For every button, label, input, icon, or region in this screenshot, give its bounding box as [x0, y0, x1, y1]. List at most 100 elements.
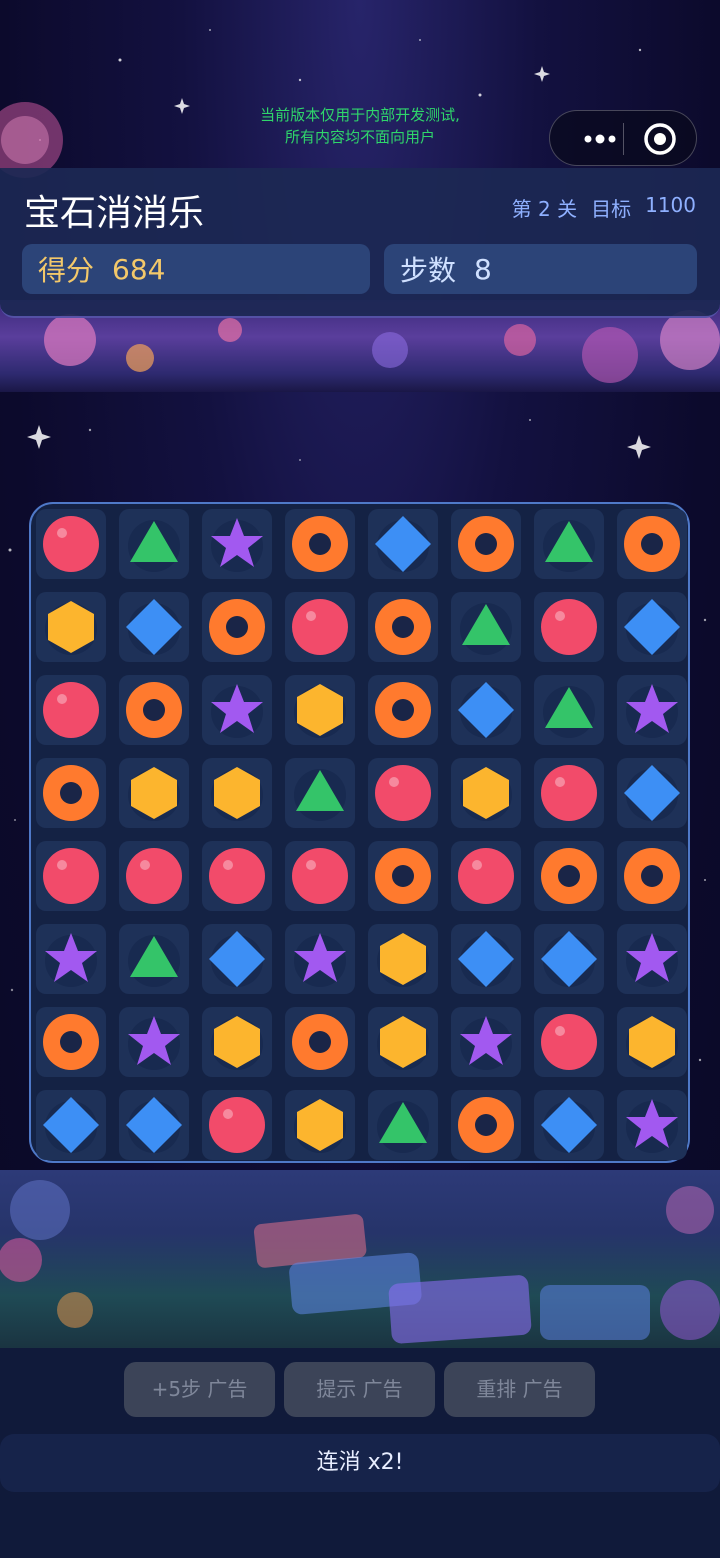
board-cell[interactable] [451, 675, 521, 745]
score-value: 684 [112, 252, 166, 286]
ball-gem-icon [458, 848, 514, 904]
board-cell[interactable] [36, 509, 106, 579]
board-cell[interactable] [119, 924, 189, 994]
board-cell[interactable] [119, 592, 189, 662]
board-cell[interactable] [368, 924, 438, 994]
board-cell[interactable] [202, 924, 272, 994]
board-cell[interactable] [368, 1007, 438, 1077]
hint-ad-button[interactable]: 提示 广告 [284, 1362, 435, 1417]
board-cell[interactable] [285, 1007, 355, 1077]
shuffle-ad-button[interactable]: 重排 广告 [444, 1362, 595, 1417]
more-icon[interactable] [566, 111, 622, 167]
level-info: 第 2 关 目标 1100 [512, 193, 696, 222]
board-cell[interactable] [36, 841, 106, 911]
board-cell[interactable] [534, 1090, 604, 1160]
board-cell[interactable] [36, 1090, 106, 1160]
board-cell[interactable] [617, 758, 687, 828]
triangle-gem-icon [543, 520, 595, 572]
board-cell[interactable] [534, 758, 604, 828]
board-cell[interactable] [368, 1090, 438, 1160]
board-cell[interactable] [451, 924, 521, 994]
board-cell[interactable] [617, 1090, 687, 1160]
board-cell[interactable] [617, 675, 687, 745]
hexagon-gem-icon [211, 767, 263, 821]
target-value: 1100 [645, 193, 696, 217]
board-cell[interactable] [36, 675, 106, 745]
close-icon[interactable] [630, 111, 690, 167]
board-cell[interactable] [202, 1007, 272, 1077]
board-cell[interactable] [36, 1007, 106, 1077]
board-cell[interactable] [368, 758, 438, 828]
board-cell[interactable] [451, 1090, 521, 1160]
steps-value: 8 [474, 252, 492, 286]
board-cell[interactable] [202, 758, 272, 828]
triangle-gem-icon [543, 686, 595, 738]
board-cell[interactable] [451, 592, 521, 662]
board-cell[interactable] [451, 841, 521, 911]
board-cell[interactable] [285, 841, 355, 911]
board-cell[interactable] [368, 675, 438, 745]
board-cell[interactable] [36, 758, 106, 828]
board-cell[interactable] [617, 924, 687, 994]
board-cell[interactable] [285, 675, 355, 745]
board-cell[interactable] [617, 1007, 687, 1077]
board-cell[interactable] [285, 592, 355, 662]
board-cell[interactable] [285, 758, 355, 828]
board-cell[interactable] [368, 841, 438, 911]
ball-gem-icon [209, 848, 265, 904]
star-gem-icon [626, 684, 678, 738]
diamond-gem-icon [458, 682, 514, 738]
game-board [29, 502, 690, 1163]
meadow-background [0, 1170, 720, 1350]
ball-gem-icon [43, 682, 99, 738]
ring-gem-icon [43, 765, 99, 821]
board-cell[interactable] [119, 675, 189, 745]
board-cell[interactable] [451, 509, 521, 579]
diamond-gem-icon [375, 516, 431, 572]
board-cell[interactable] [451, 758, 521, 828]
board-cell[interactable] [617, 592, 687, 662]
ball-gem-icon [209, 1097, 265, 1153]
score-label: 得分 [38, 254, 95, 287]
star-gem-icon [211, 518, 263, 572]
board-cell[interactable] [119, 841, 189, 911]
ring-gem-icon [458, 516, 514, 572]
board-cell[interactable] [534, 509, 604, 579]
board-cell[interactable] [368, 592, 438, 662]
board-cell[interactable] [534, 924, 604, 994]
board-cell[interactable] [119, 1007, 189, 1077]
board-cell[interactable] [534, 841, 604, 911]
ball-gem-icon [541, 599, 597, 655]
board-cell[interactable] [36, 924, 106, 994]
ring-gem-icon [292, 516, 348, 572]
board-cell[interactable] [285, 1090, 355, 1160]
ring-gem-icon [126, 682, 182, 738]
board-cell[interactable] [119, 1090, 189, 1160]
game-screen: 当前版本仅用于内部开发测试, 所有内容均不面向用户 宝石消消乐 第 2 关 目标 [0, 0, 720, 1558]
board-cell[interactable] [202, 509, 272, 579]
board-cell[interactable] [36, 592, 106, 662]
board-cell[interactable] [119, 758, 189, 828]
board-cell[interactable] [617, 509, 687, 579]
star-gem-icon [294, 933, 346, 987]
board-cell[interactable] [451, 1007, 521, 1077]
board-cell[interactable] [534, 675, 604, 745]
board-cell[interactable] [534, 1007, 604, 1077]
ring-gem-icon [375, 599, 431, 655]
board-cell[interactable] [202, 841, 272, 911]
ring-gem-icon [624, 848, 680, 904]
ball-gem-icon [292, 848, 348, 904]
board-cell[interactable] [119, 509, 189, 579]
board-cell[interactable] [617, 841, 687, 911]
board-cell[interactable] [285, 924, 355, 994]
add-steps-ad-button[interactable]: +5步 广告 [124, 1362, 275, 1417]
board-cell[interactable] [368, 509, 438, 579]
ring-gem-icon [541, 848, 597, 904]
board-cell[interactable] [285, 509, 355, 579]
ring-gem-icon [209, 599, 265, 655]
star-gem-icon [626, 933, 678, 987]
board-cell[interactable] [202, 675, 272, 745]
board-cell[interactable] [202, 592, 272, 662]
board-cell[interactable] [202, 1090, 272, 1160]
board-cell[interactable] [534, 592, 604, 662]
